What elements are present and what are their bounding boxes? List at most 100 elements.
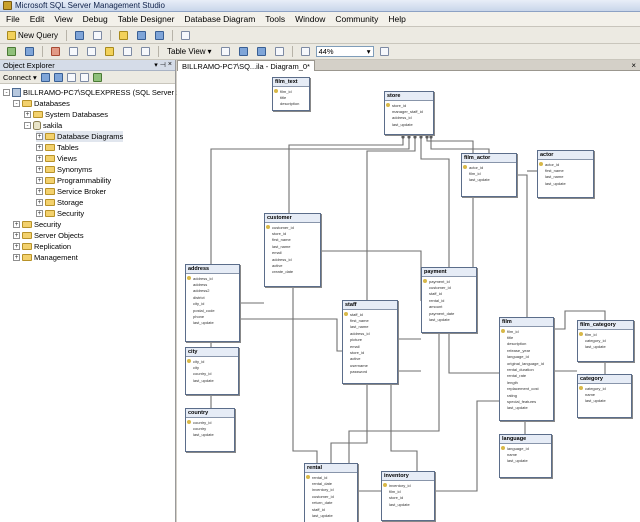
connect-button[interactable]: Connect ▾ [3,73,37,82]
primary-key-button[interactable] [102,46,117,58]
column-row[interactable]: last_update [187,377,230,383]
column-row[interactable]: original_language_id [501,360,545,366]
refresh-icon[interactable] [92,72,102,82]
expand-icon[interactable]: + [13,254,20,261]
menu-table-designer[interactable]: Table Designer [118,14,175,24]
connect-icon[interactable] [40,72,50,82]
new-table-button[interactable] [4,46,19,58]
tree-node[interactable]: - BILLRAMO-PC7\SQLEXPRESS (SQL Server 10.… [3,87,191,98]
table-store[interactable]: store store_id manager_staff_id address_id l… [384,91,434,135]
column-row[interactable]: last_update [187,432,226,438]
show-labels-button[interactable] [272,46,287,58]
zoom-icon-button[interactable] [298,46,313,58]
tree-node[interactable]: - sakila [24,120,62,131]
activity-monitor-button[interactable] [178,29,193,41]
table-city[interactable]: city city_id city country_id last_update [185,347,239,395]
table-film[interactable]: film film_id title description release_year l… [499,317,554,421]
column-row[interactable]: last_update [501,405,545,411]
column-row[interactable]: last_update [383,501,426,507]
table-payment[interactable]: payment payment_id customer_id staff_id rent… [421,267,477,333]
zoom-select[interactable]: 44% ▾ [315,46,374,57]
table-country[interactable]: country country_id country last_update [185,408,235,452]
database-engine-query-button[interactable] [72,29,87,41]
menu-help[interactable]: Help [388,14,405,24]
expand-icon[interactable]: + [36,177,43,184]
relationship-line[interactable] [420,135,450,267]
expand-icon[interactable]: + [36,210,43,217]
expand-icon[interactable]: + [36,188,43,195]
table-customer[interactable]: customer customer_id store_id first_name las… [264,213,321,287]
expand-icon[interactable]: + [36,133,43,140]
menu-edit[interactable]: Edit [30,14,45,24]
menu-view[interactable]: View [54,14,72,24]
autosize-button[interactable] [218,46,233,58]
column-row[interactable]: last_update [306,512,349,518]
column-row[interactable]: description [274,101,301,107]
close-icon[interactable]: × [631,61,636,70]
expand-icon[interactable]: + [36,199,43,206]
delete-button[interactable] [48,46,63,58]
relationships-button[interactable] [120,46,135,58]
column-row[interactable]: last_update [386,121,425,127]
tree-node[interactable]: + Database Diagrams [36,131,124,142]
column-row[interactable]: last_update [423,316,468,322]
tree-node[interactable]: - Databases [13,98,70,109]
page-breaks-button[interactable] [377,46,392,58]
menu-database-diagram[interactable]: Database Diagram [184,14,255,24]
auto-hide-icon[interactable]: ⊣ [160,61,166,69]
menu-debug[interactable]: Debug [83,14,108,24]
collapse-icon[interactable]: - [24,122,31,129]
tree-node[interactable]: + Security [36,208,84,219]
pin-icon[interactable]: ▾ [154,61,158,69]
document-tab[interactable]: BILLRAMO-PC7\SQ...ila - Diagram_0* [177,60,315,71]
diagram-canvas[interactable]: film_text film_id title description store sto… [177,71,640,522]
stop-icon[interactable] [66,72,76,82]
tree-node[interactable]: + Synonyms [36,164,92,175]
generate-script-button[interactable] [84,46,99,58]
tree-node[interactable]: + Programmability [36,175,111,186]
relationship-line[interactable] [517,174,528,317]
expand-icon[interactable]: + [36,166,43,173]
relationship-line[interactable] [448,333,499,374]
expand-icon[interactable]: + [24,111,31,118]
tree-node[interactable]: + Storage [36,197,83,208]
tree-node[interactable]: + System Databases [24,109,108,120]
relationship-line[interactable] [240,318,342,352]
arrange-tables-button[interactable] [236,46,251,58]
column-row[interactable]: last_update [187,320,231,326]
expand-icon[interactable]: + [13,243,20,250]
filter-icon[interactable] [79,72,89,82]
column-row[interactable]: last_update [501,458,543,464]
relationship-line[interactable] [390,384,418,471]
table-inventory[interactable]: inventory inventory_id film_id store_id last… [381,471,435,521]
table-film-category[interactable]: film_category film_id category_id last_upda… [577,320,634,362]
open-file-button[interactable] [116,29,131,41]
disconnect-icon[interactable] [53,72,63,82]
relationship-line[interactable] [288,135,404,213]
collapse-icon[interactable]: - [13,100,20,107]
column-row[interactable]: manager_staff_id [386,108,425,114]
close-icon[interactable]: × [168,61,172,69]
arrange-selection-button[interactable] [254,46,269,58]
relationship-line[interactable] [321,250,422,301]
new-file-button[interactable] [90,29,105,41]
menu-window[interactable]: Window [295,14,325,24]
expand-icon[interactable]: + [36,155,43,162]
tree-node[interactable]: + Security [13,219,61,230]
table-view-button[interactable]: Table View ▾ [164,46,215,58]
column-row[interactable]: replacement_cost [501,386,545,392]
column-row[interactable]: last_update [463,177,508,183]
relationship-line[interactable] [366,135,416,300]
table-address[interactable]: address address_id address address2 district… [185,264,240,342]
menu-file[interactable]: File [6,14,20,24]
new-query-button[interactable]: New Query [4,29,61,41]
table-film-text[interactable]: film_text film_id title description [272,77,310,111]
save-button[interactable] [134,29,149,41]
table-rental[interactable]: rental rental_id rental_date inventory_id cu… [304,463,358,522]
column-row[interactable]: last_update [539,180,585,186]
tree-node[interactable]: + Tables [36,142,79,153]
sort-button[interactable] [138,46,153,58]
tree-node[interactable]: + Service Broker [36,186,106,197]
add-table-button[interactable] [22,46,37,58]
remove-from-diagram-button[interactable] [66,46,81,58]
